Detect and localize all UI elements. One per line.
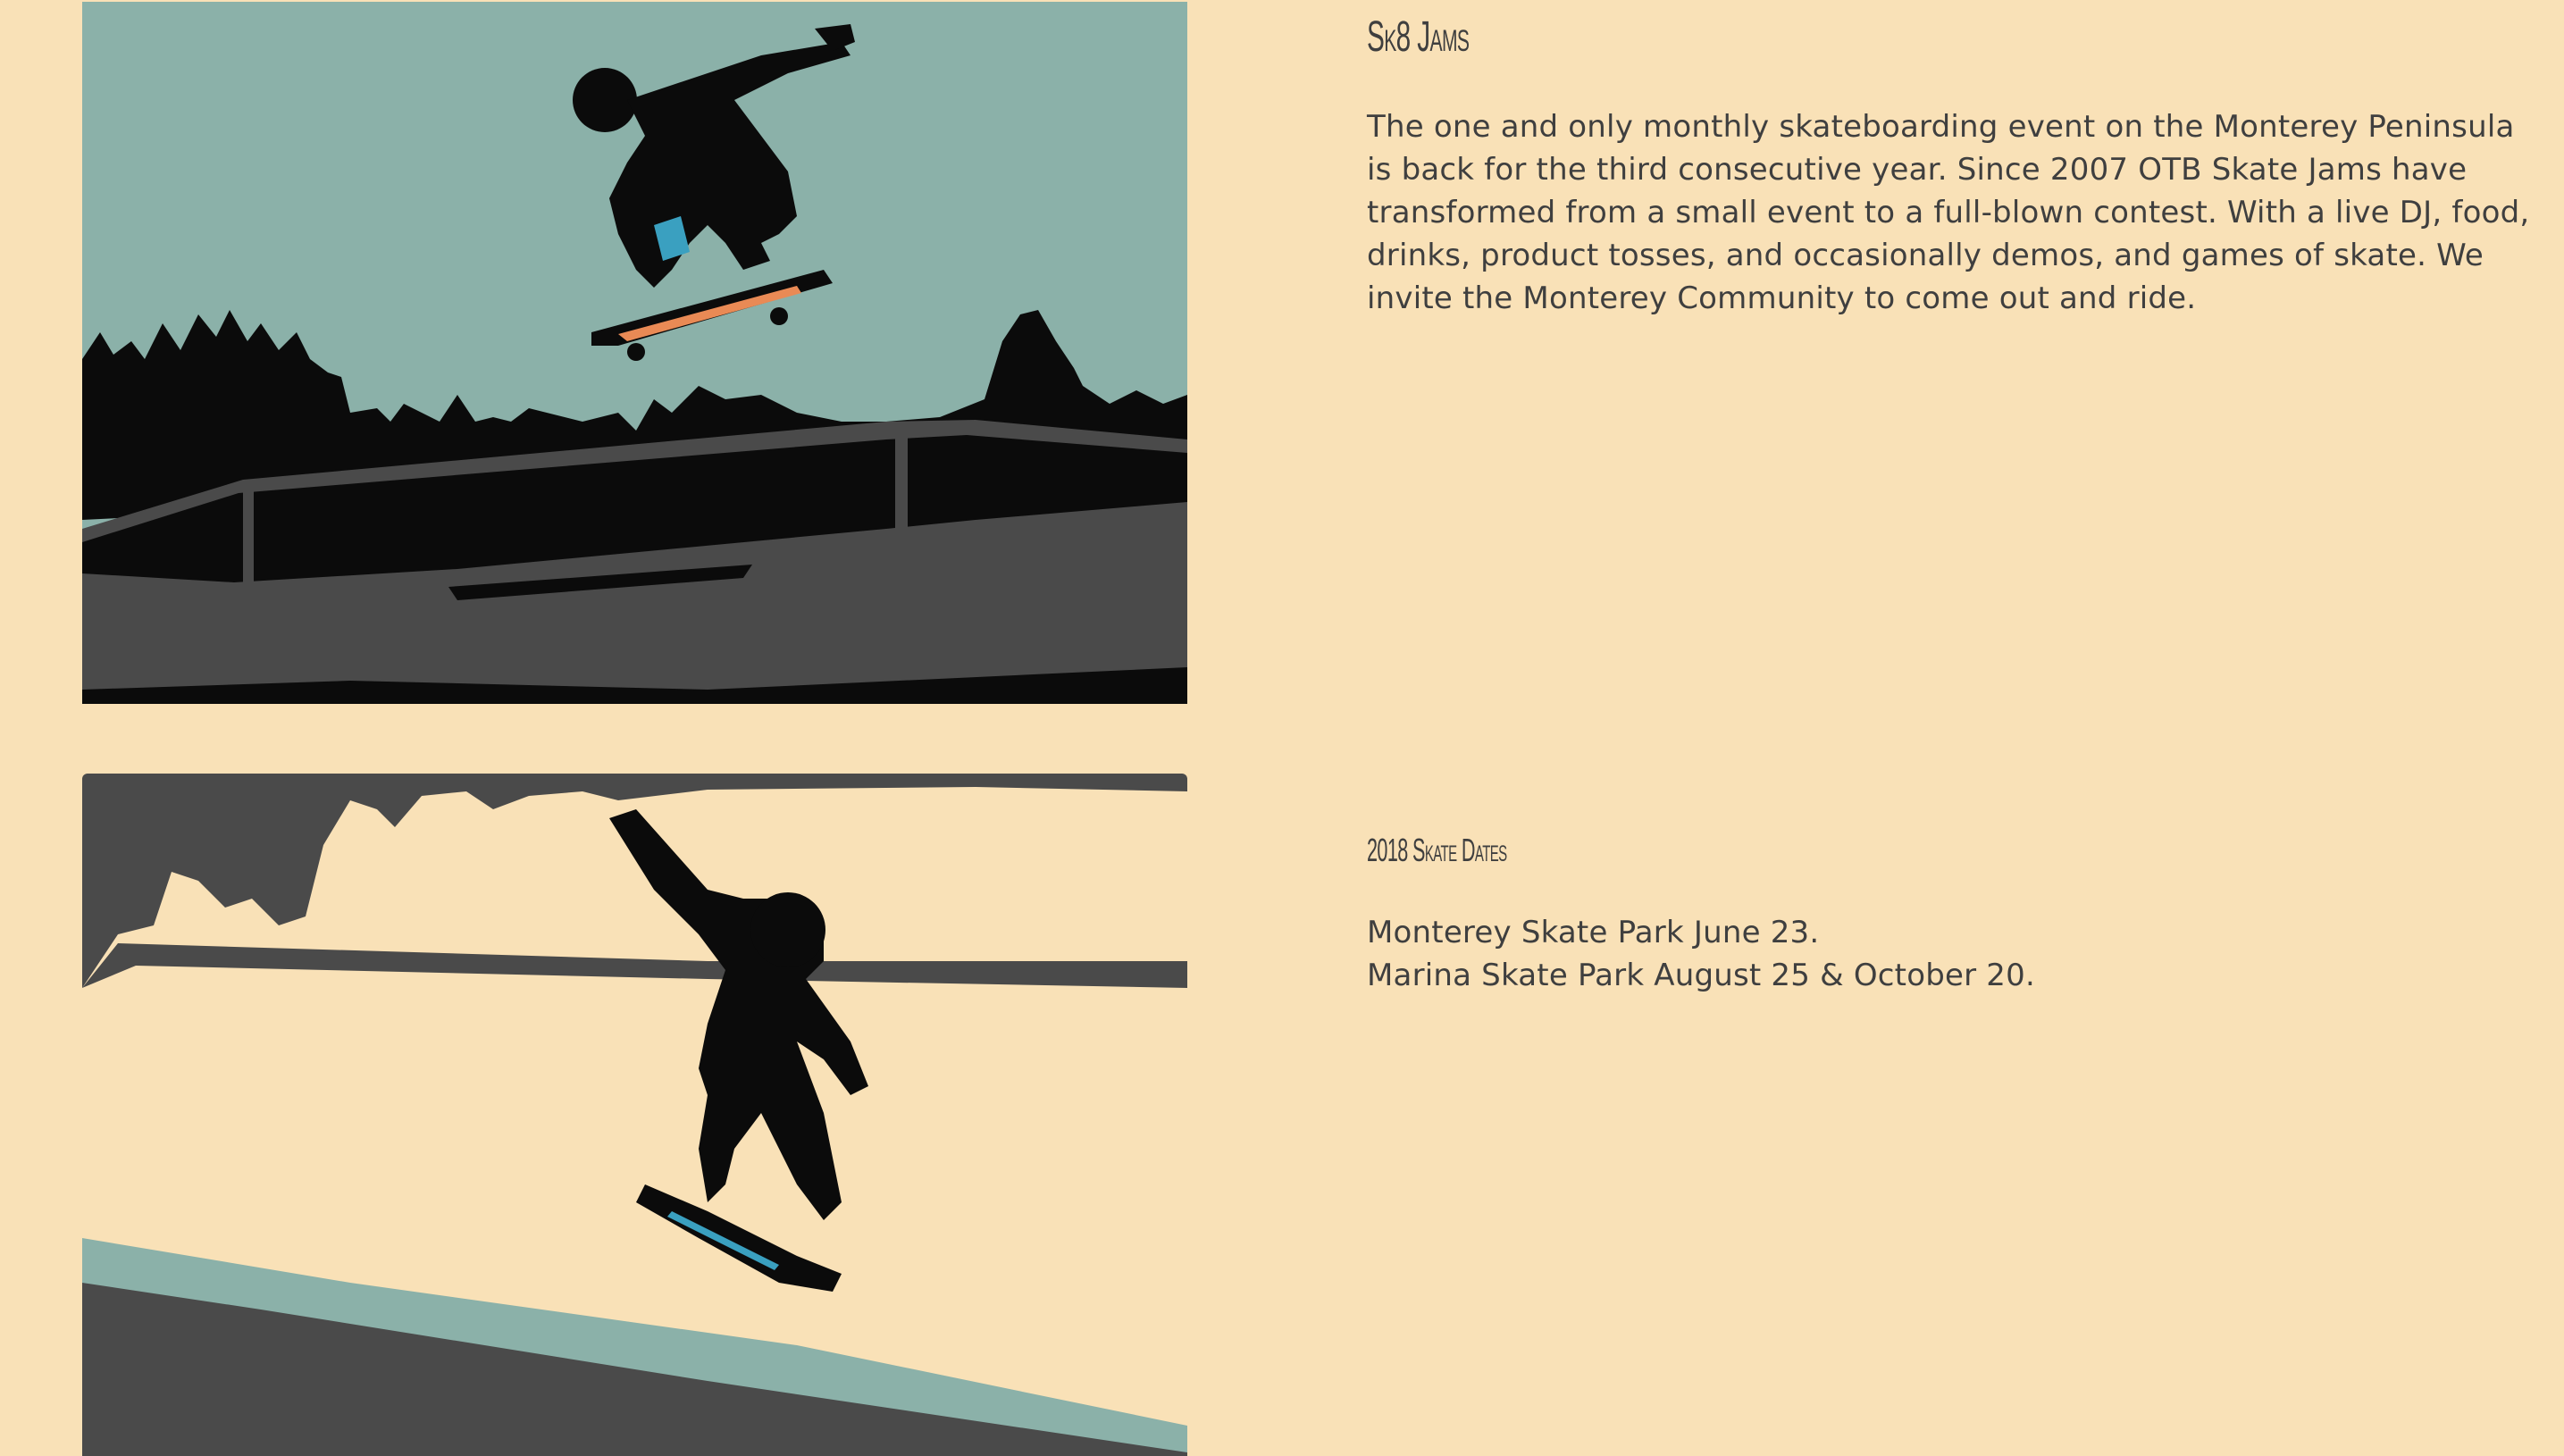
event-title: Sk8 Jams: [1367, 13, 1470, 61]
event-description: The one and only monthly skateboarding e…: [1367, 105, 2530, 320]
skate-dates-list: Monterey Skate Park June 23. Marina Skat…: [1367, 911, 2035, 997]
skate-date-item: Marina Skate Park August 25 & October 20…: [1367, 958, 2035, 993]
skate-dates-title: 2018 Skate Dates: [1367, 832, 1507, 868]
description-line: drinks, product tosses, and occasionally…: [1367, 238, 2484, 273]
skater-ollie-illustration: [82, 2, 1187, 704]
skater-ollie-graphic: [82, 2, 1187, 704]
skate-date-item: Monterey Skate Park June 23.: [1367, 915, 1820, 950]
description-line: is back for the third consecutive year. …: [1367, 152, 2468, 188]
description-line: invite the Monterey Community to come ou…: [1367, 280, 2197, 316]
description-line: transformed from a small event to a full…: [1367, 195, 2530, 230]
skater-wallride-illustration: [82, 774, 1187, 1456]
description-line: The one and only monthly skateboarding e…: [1367, 109, 2515, 145]
skater-wallride-graphic: [82, 774, 1187, 1456]
